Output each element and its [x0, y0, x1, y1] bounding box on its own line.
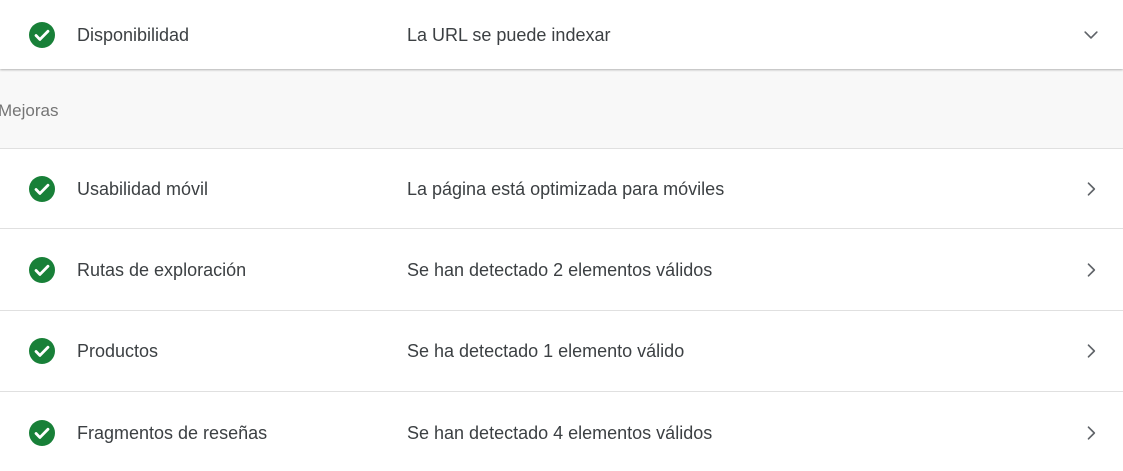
chevron-right-icon[interactable] [1079, 177, 1103, 201]
enhancement-row-breadcrumbs[interactable]: Rutas de exploración Se han detectado 2 … [0, 229, 1123, 311]
check-circle-icon [29, 338, 55, 364]
chevron-right-icon[interactable] [1079, 421, 1103, 445]
chevron-down-icon[interactable] [1079, 23, 1103, 47]
inspection-results-panel: Disponibilidad La URL se puede indexar M… [0, 0, 1123, 471]
chevron-right-icon[interactable] [1079, 339, 1103, 363]
enhancement-row-products[interactable]: Productos Se ha detectado 1 elemento vál… [0, 311, 1123, 392]
check-circle-icon [29, 21, 55, 48]
enhancement-value: Se ha detectado 1 elemento válido [407, 341, 685, 361]
availability-label: Disponibilidad [77, 24, 190, 45]
enhancement-label: Productos [77, 341, 159, 361]
availability-value: La URL se puede indexar [407, 24, 611, 45]
enhancement-row-mobile-usability[interactable]: Usabilidad móvil La página está optimiza… [0, 148, 1123, 229]
check-circle-icon [29, 420, 55, 446]
enhancement-value: Se han detectado 4 elementos válidos [407, 423, 713, 443]
availability-row[interactable]: Disponibilidad La URL se puede indexar [0, 0, 1123, 69]
enhancement-row-review-snippets[interactable]: Fragmentos de reseñas Se han detectado 4… [0, 392, 1123, 471]
chevron-right-icon[interactable] [1079, 258, 1103, 282]
enhancement-label: Rutas de exploración [77, 259, 247, 280]
enhancement-value: La página está optimizada para móviles [407, 178, 725, 199]
enhancements-section-title: Mejoras [0, 101, 59, 120]
enhancement-label: Fragmentos de reseñas [77, 423, 268, 443]
check-circle-icon [29, 256, 55, 283]
check-circle-icon [29, 175, 55, 202]
enhancement-value: Se han detectado 2 elementos válidos [407, 259, 713, 280]
enhancement-label: Usabilidad móvil [77, 178, 209, 199]
